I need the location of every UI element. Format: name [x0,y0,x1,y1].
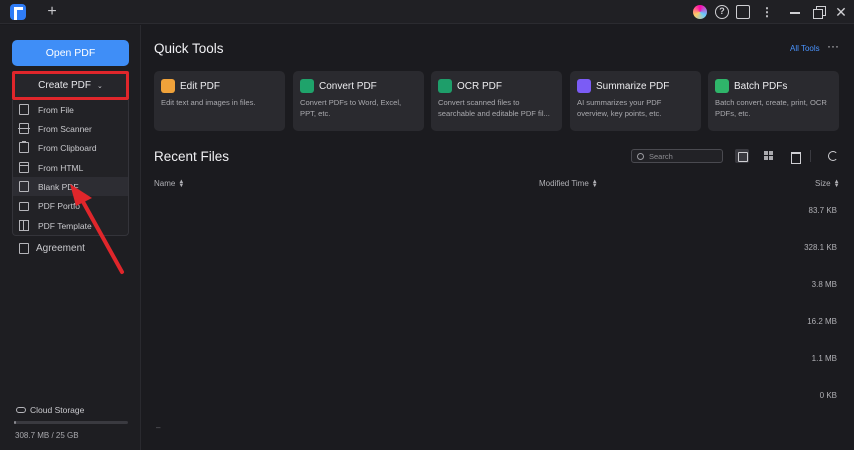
trash-icon[interactable] [788,149,802,164]
clipboard-icon [19,141,29,153]
file-size-cell: 1.1 MB [811,354,837,363]
search-placeholder: Search [649,151,673,161]
cloud-storage-link[interactable]: Cloud Storage [16,405,84,415]
create-pdf-button[interactable]: Create PDF ⌄ [12,71,129,100]
search-icon [637,152,644,160]
storage-progress-bar [14,421,128,424]
cloud-storage-label: Cloud Storage [30,405,85,415]
open-pdf-button[interactable]: Open PDF [12,40,129,66]
main-panel: Quick Tools All Tools ··· Edit PDF Edit … [141,25,854,450]
more-options-icon[interactable]: ··· [827,39,839,53]
message-icon[interactable] [736,5,750,19]
new-tab-button[interactable]: + [44,2,60,22]
card-description: Batch convert, create, print, OCR PDFs, … [715,98,827,118]
card-title: Convert PDF [319,80,377,92]
app-logo-icon[interactable] [10,4,26,20]
sidebar: Open PDF Create PDF ⌄ From File From Scan… [0,25,141,450]
sidebar-item-label: Agreement [36,243,85,254]
file-size-cell: 83.7 KB [808,206,837,215]
toolbar-divider [810,150,811,162]
storage-usage-text: 308.7 MB / 25 GB [15,431,79,440]
card-title: Summarize PDF [596,80,670,92]
sort-icon: ▲ ▼ [833,178,840,189]
help-icon[interactable]: ? [715,5,729,19]
column-header-name[interactable]: Name ▲ ▼ [154,178,185,189]
menu-item-label: Blank PDF [38,181,79,192]
menu-item-from-html[interactable]: From HTML [13,158,128,177]
sort-icon: ▲ ▼ [178,178,185,189]
menu-item-from-file[interactable]: From File [13,100,128,119]
cloud-icon [16,407,26,413]
sort-icon: ▲ ▼ [591,178,598,189]
file-size-cell: 0 KB [819,391,837,400]
blank-page-icon [19,181,29,192]
menu-item-pdf-template[interactable]: PDF Template [13,216,128,235]
quick-tools-title: Quick Tools [154,41,224,56]
card-title: Edit PDF [180,80,221,92]
file-icon [19,104,29,115]
card-description: Edit text and images in files. [161,98,256,107]
column-label: Size [815,179,831,188]
column-header-size[interactable]: Size ▲ ▼ [815,178,840,189]
html-icon [19,162,29,173]
summarize-pdf-icon [577,79,591,93]
folder-icon [19,202,29,211]
column-label: Modified Time [539,179,589,188]
menu-item-pdf-portfolio[interactable]: PDF Portfo [13,196,128,215]
chevron-down-icon: ⌄ [96,83,103,90]
tool-card-ocr-pdf[interactable]: OCR PDF Convert scanned files to searcha… [431,71,562,131]
menu-item-label: PDF Portfo [38,200,81,211]
card-title: OCR PDF [457,80,502,92]
card-description: AI summarizes your PDF overview, key poi… [577,98,662,118]
menu-item-blank-pdf[interactable]: Blank PDF [13,177,128,196]
ocr-pdf-icon [438,79,452,93]
minimize-icon[interactable] [788,5,802,19]
tool-card-convert-pdf[interactable]: Convert PDF Convert PDFs to Word, Excel,… [293,71,424,131]
card-title: Batch PDFs [734,80,788,92]
convert-pdf-icon [300,79,314,93]
agreement-icon [19,243,29,254]
file-size-cell: 16.2 MB [807,317,837,326]
menu-item-label: PDF Template [38,220,92,231]
menu-item-from-clipboard[interactable]: From Clipboard [13,138,128,157]
menu-item-label: From Clipboard [38,142,97,153]
column-header-modified[interactable]: Modified Time ▲ ▼ [539,178,598,189]
close-icon[interactable]: ✕ [834,5,848,19]
storage-progress-fill [14,421,17,424]
create-pdf-menu: From File From Scanner From Clipboard Fr… [12,100,129,236]
card-description: Convert PDFs to Word, Excel, PPT, etc. [300,98,402,118]
list-view-icon[interactable] [735,149,749,163]
user-avatar-icon[interactable] [693,5,707,19]
all-tools-link[interactable]: All Tools [790,44,820,53]
card-description: Convert scanned files to searchable and … [438,98,550,118]
sidebar-item-agreement[interactable]: Agreement [19,243,85,254]
tool-card-edit-pdf[interactable]: Edit PDF Edit text and images in files. [154,71,285,131]
batch-pdfs-icon [715,79,729,93]
menu-item-label: From HTML [38,162,84,173]
file-size-cell: 328.1 KB [804,243,837,252]
refresh-icon[interactable] [826,149,840,163]
column-label: Name [154,179,176,188]
tool-card-summarize-pdf[interactable]: Summarize PDF AI summarizes your PDF ove… [570,71,701,131]
menu-item-label: From File [38,104,74,115]
edit-pdf-icon [161,79,175,93]
file-size-cell: 3.8 MB [811,280,837,289]
create-pdf-label: Create PDF [38,80,91,91]
grid-view-icon[interactable] [762,149,776,163]
scanner-icon [18,123,30,134]
tool-card-batch-pdfs[interactable]: Batch PDFs Batch convert, create, print,… [708,71,839,131]
menu-item-from-scanner[interactable]: From Scanner [13,119,128,138]
more-menu-icon[interactable]: ⋮ [760,5,774,19]
title-bar: + ? ⋮ ✕ [0,0,854,24]
template-icon [19,220,29,231]
list-trailing-mark: – [156,423,161,432]
recent-files-title: Recent Files [154,149,230,164]
restore-icon[interactable] [812,5,826,19]
search-input[interactable]: Search [631,149,723,163]
menu-item-label: From Scanner [38,123,92,134]
